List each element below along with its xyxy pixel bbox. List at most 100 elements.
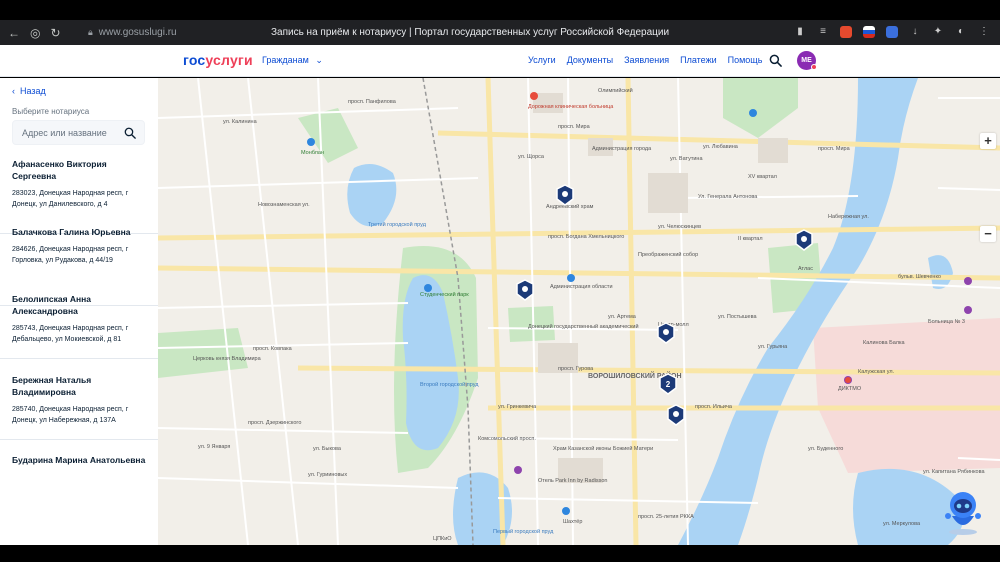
map-label: ул. Любавина bbox=[703, 144, 739, 150]
flag-icon[interactable] bbox=[863, 26, 875, 38]
nav-documents[interactable]: Документы bbox=[567, 55, 613, 65]
browser-nav: ← ◎ ↻ bbox=[0, 27, 80, 39]
notary-sidebar: ‹ Назад Выберите нотариуса Афанасенко Ви… bbox=[0, 78, 158, 545]
hospital-icon[interactable] bbox=[845, 377, 851, 383]
map-label: просп. Ильича bbox=[695, 404, 733, 410]
notary-pin[interactable] bbox=[657, 322, 675, 344]
map-label: просп. Мира bbox=[818, 146, 851, 152]
map-label: Администрация города bbox=[592, 146, 652, 152]
notary-list-item[interactable]: Бударина Марина Анатольевна bbox=[0, 454, 158, 484]
zoom-out-button[interactable]: − bbox=[980, 226, 996, 242]
map-label: Студенческий парк bbox=[420, 291, 469, 298]
notary-pin[interactable] bbox=[516, 279, 534, 301]
url-text: www.gosuslugi.ru bbox=[98, 27, 177, 38]
back-button[interactable]: ‹ Назад bbox=[12, 86, 46, 96]
nav-services[interactable]: Услуги bbox=[528, 55, 556, 65]
map-label: Второй городской пруд bbox=[420, 381, 479, 388]
map-label: Набережная ул. bbox=[828, 214, 869, 220]
notary-search bbox=[12, 120, 145, 145]
bottom-bar bbox=[0, 545, 1000, 562]
more-icon[interactable]: ⋮ bbox=[978, 26, 990, 38]
map-label: просп. Панфилова bbox=[348, 99, 397, 105]
reload-icon[interactable]: ↻ bbox=[50, 27, 60, 39]
nav-applications[interactable]: Заявления bbox=[624, 55, 669, 65]
search-icon[interactable] bbox=[124, 127, 136, 139]
avatar[interactable]: МЕ bbox=[797, 51, 817, 70]
poi-icon[interactable] bbox=[307, 138, 315, 146]
map-label: Калинова Балка bbox=[863, 340, 905, 346]
map-label: ул. Ватутина bbox=[670, 156, 703, 162]
map-label: просп. Дзержинского bbox=[248, 420, 301, 426]
map-label: Отель Park Inn by Radisson bbox=[538, 478, 608, 484]
map-label: ЦПКиО bbox=[433, 536, 452, 542]
extensions-bar: ▮ ≡ ↓ ✦ ◐ ⋮ bbox=[794, 26, 990, 38]
chevron-down-icon: ⌄ bbox=[315, 55, 323, 65]
map-label: просп. Гурова bbox=[558, 366, 594, 372]
extension-icon[interactable] bbox=[840, 26, 852, 38]
search-icon[interactable] bbox=[769, 54, 782, 67]
page-title-bar: Запись на приём к нотариусу | Портал гос… bbox=[270, 27, 670, 38]
notary-search-input[interactable] bbox=[13, 121, 118, 144]
puzzle-icon[interactable]: ✦ bbox=[932, 26, 944, 38]
poi-icon[interactable] bbox=[424, 284, 432, 292]
map-canvas[interactable]: ул. Калинина просп. Панфилова Дорожная к… bbox=[158, 78, 1000, 545]
map-label: II квартал bbox=[738, 236, 763, 242]
shield-icon[interactable]: ◎ bbox=[30, 27, 40, 39]
poi-icon[interactable] bbox=[749, 109, 757, 117]
notary-list-item[interactable]: Бережная Наталья Владимировна 285740, До… bbox=[0, 374, 158, 440]
map-label: Ул. Генерала Антонова bbox=[698, 194, 758, 200]
nav-payments[interactable]: Платежи bbox=[680, 55, 717, 65]
notary-map[interactable]: ул. Калинина просп. Панфилова Дорожная к… bbox=[158, 78, 1000, 545]
notary-pin[interactable] bbox=[556, 184, 574, 206]
map-label: Церковь князя Владимира bbox=[193, 356, 262, 362]
map-label: ул. Капитана Рябинкова bbox=[923, 469, 985, 475]
map-label: ул. Буденного bbox=[808, 446, 843, 452]
audience-dropdown[interactable]: Гражданам ⌄ bbox=[262, 55, 323, 66]
map-label: ул. Челюскинцев bbox=[658, 224, 701, 230]
chevron-left-icon: ‹ bbox=[12, 86, 15, 96]
map-label: Дорожная клиническая больница bbox=[528, 104, 614, 110]
menu-icon[interactable]: ≡ bbox=[817, 26, 829, 38]
map-label: XV квартал bbox=[748, 174, 777, 180]
bookmark-icon[interactable]: ▮ bbox=[794, 26, 806, 38]
poi-icon[interactable] bbox=[964, 277, 972, 285]
map-label: ул. Щорса bbox=[518, 154, 545, 160]
chat-robot-icon[interactable] bbox=[944, 488, 982, 536]
notification-dot bbox=[811, 64, 817, 70]
notary-list-item[interactable]: Афанасенко Виктория Сергеевна 283023, До… bbox=[0, 158, 158, 234]
map-label: Олимпийский bbox=[598, 87, 633, 94]
map-label: ул. Артема bbox=[608, 314, 637, 320]
map-label: ул. Гурьяна bbox=[758, 344, 788, 350]
map-label: ДИКТМО bbox=[838, 386, 862, 392]
profile-icon[interactable]: ◐ bbox=[955, 26, 967, 38]
map-label: просп. Ковпака bbox=[253, 346, 293, 352]
map-label: ул. Меркулова bbox=[883, 521, 921, 527]
back-arrow-icon[interactable]: ← bbox=[8, 27, 20, 39]
site-header: госуслуги Гражданам ⌄ Услуги Документы З… bbox=[0, 45, 1000, 77]
extension-icon[interactable] bbox=[886, 26, 898, 38]
cluster-count: 2 bbox=[666, 380, 671, 389]
map-label: ул. Калинина bbox=[223, 119, 258, 125]
hospital-icon[interactable] bbox=[530, 92, 538, 100]
poi-icon[interactable] bbox=[964, 306, 972, 314]
address-bar[interactable]: 🔒︎ www.gosuslugi.ru bbox=[88, 27, 177, 38]
map-label: Больница № 3 bbox=[928, 319, 965, 325]
gosuslugi-logo[interactable]: госуслуги bbox=[183, 52, 253, 68]
map-label: ул. Гурииновых bbox=[308, 472, 347, 478]
map-label: Андреевский храм bbox=[546, 203, 594, 210]
notary-list-item[interactable]: Белолипская Анна Александровна 285743, Д… bbox=[0, 293, 158, 359]
map-label: ул. Постышева bbox=[718, 314, 757, 320]
zoom-in-button[interactable]: + bbox=[980, 133, 996, 149]
map-label: просп. Богдана Хмельницкого bbox=[548, 234, 624, 240]
map-label: Калужская ул. bbox=[858, 369, 895, 375]
poi-icon[interactable] bbox=[562, 507, 570, 515]
map-label: просп. 25-летия РККА bbox=[638, 514, 694, 520]
choose-notary-label: Выберите нотариуса bbox=[12, 107, 90, 116]
map-label: Преображенский собор bbox=[638, 251, 698, 258]
poi-icon[interactable] bbox=[514, 466, 522, 474]
download-icon[interactable]: ↓ bbox=[909, 26, 921, 38]
top-navigation: Услуги Документы Заявления Платежи Помощ… bbox=[528, 55, 762, 65]
poi-icon[interactable] bbox=[567, 274, 575, 282]
notary-pin[interactable] bbox=[667, 404, 685, 426]
nav-help[interactable]: Помощь bbox=[728, 55, 763, 65]
